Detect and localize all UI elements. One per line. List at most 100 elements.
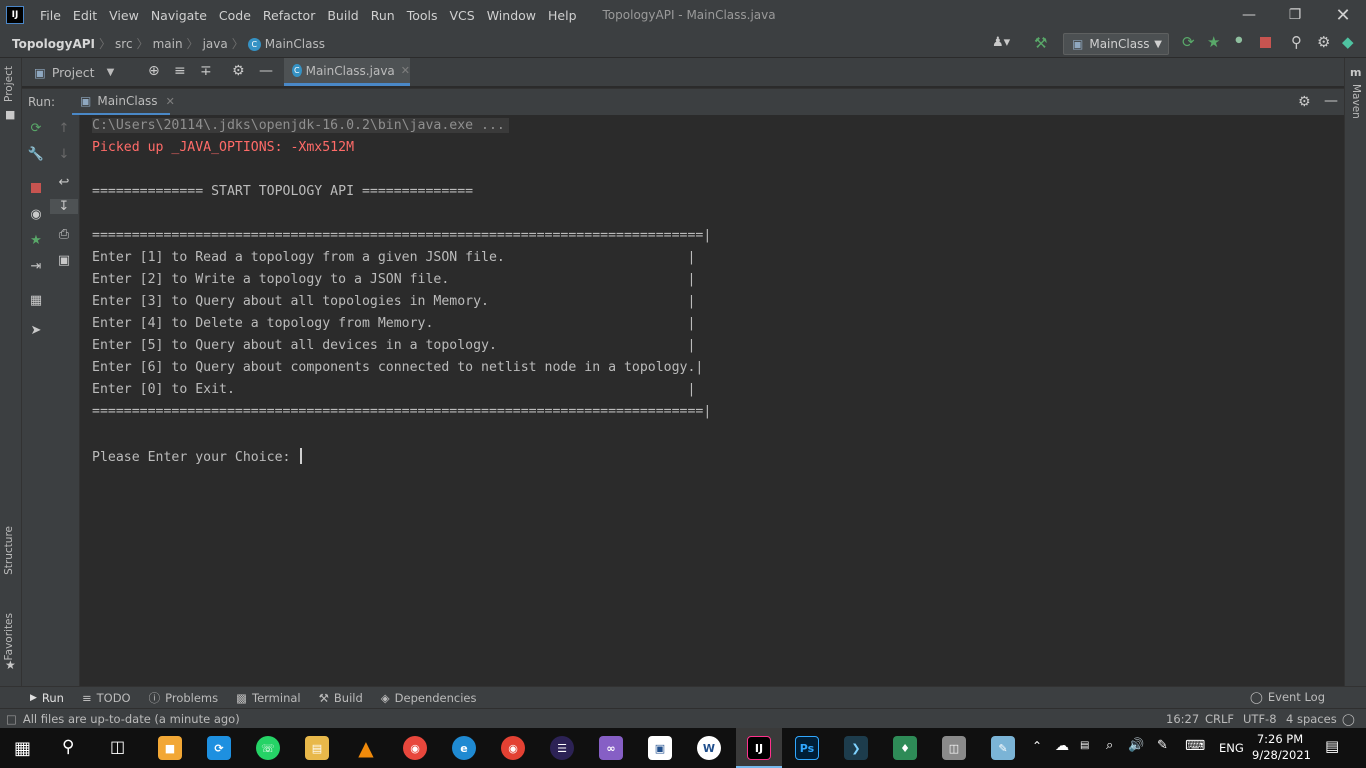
intellij-taskbar-icon[interactable]: IJ: [747, 736, 771, 760]
breadcrumb-java[interactable]: java: [199, 37, 232, 51]
run-tab-mainclass[interactable]: ▣ MainClass ✕: [72, 89, 175, 116]
menu-file[interactable]: File: [34, 8, 67, 23]
maven-tool-tab[interactable]: Maven: [1350, 84, 1362, 119]
tab-todo[interactable]: ≡ TODO: [82, 691, 131, 705]
keyboard-icon[interactable]: ⌨: [1185, 738, 1205, 754]
windows-start-icon[interactable]: ▦: [14, 738, 31, 759]
sync-app-icon[interactable]: ⟳: [207, 736, 231, 760]
rerun-icon[interactable]: ⟳: [22, 121, 50, 136]
tab-mainclass-java[interactable]: C MainClass.java ✕: [284, 58, 410, 86]
tab-problems[interactable]: ⓘ Problems: [149, 690, 219, 706]
layout-icon[interactable]: ▦: [22, 293, 50, 308]
favorites-tool-tab[interactable]: Favorites: [3, 613, 15, 660]
word-app-icon[interactable]: W: [697, 736, 721, 760]
rerun-icon[interactable]: ⟳: [1182, 33, 1195, 51]
edge-browser-icon[interactable]: e: [452, 736, 476, 760]
exit-icon[interactable]: ⇥: [22, 259, 50, 274]
debug-icon[interactable]: ★: [1207, 33, 1220, 51]
coverage-icon[interactable]: ⚫: [1233, 33, 1245, 49]
terminal-app-icon[interactable]: ❯: [844, 736, 868, 760]
restore-button[interactable]: ❐: [1272, 0, 1318, 30]
indent-setting[interactable]: 4 spaces: [1286, 712, 1337, 726]
store-app-icon[interactable]: ■: [158, 736, 182, 760]
tray-chevron-up-icon[interactable]: ⌃: [1032, 739, 1042, 753]
collapse-all-icon[interactable]: ∓: [200, 63, 212, 79]
eclipse-icon[interactable]: ☰: [550, 736, 574, 760]
wrench-icon[interactable]: 🔧: [22, 147, 50, 162]
run-configuration-select[interactable]: ▣ MainClass ▼: [1063, 33, 1169, 55]
breadcrumb-src[interactable]: src: [111, 37, 137, 51]
menu-window[interactable]: Window: [481, 8, 542, 23]
input-language[interactable]: ENG: [1219, 741, 1244, 755]
breadcrumb-mainclass[interactable]: C MainClass: [244, 37, 329, 51]
pin-icon[interactable]: ➤: [22, 323, 50, 338]
notifications-icon[interactable]: ▤: [1325, 737, 1339, 755]
debug-bug-icon[interactable]: ★: [22, 233, 50, 248]
menu-view[interactable]: View: [103, 8, 145, 23]
screen-recorder-icon[interactable]: ◉: [403, 736, 427, 760]
arrow-down-icon[interactable]: ↓: [50, 147, 78, 162]
project-tool-tab[interactable]: Project: [3, 66, 15, 102]
file-explorer-icon[interactable]: ▤: [305, 736, 329, 760]
task-view-icon[interactable]: ◫: [110, 737, 125, 756]
menu-run[interactable]: Run: [365, 8, 401, 23]
search-icon[interactable]: ⚲: [62, 737, 74, 757]
project-view-button[interactable]: ▣ Project ▼: [34, 65, 114, 80]
menu-edit[interactable]: Edit: [67, 8, 103, 23]
onedrive-cloud-icon[interactable]: ☁: [1055, 738, 1069, 754]
menu-refactor[interactable]: Refactor: [257, 8, 321, 23]
trash-icon[interactable]: ▣: [50, 253, 78, 268]
locate-icon[interactable]: ⊕: [148, 63, 160, 79]
breadcrumb-main[interactable]: main: [149, 37, 187, 51]
database-app-icon[interactable]: ◫: [942, 736, 966, 760]
search-icon[interactable]: ⚲: [1291, 33, 1302, 51]
panel-gear-icon[interactable]: ⚙: [232, 63, 245, 79]
run-settings-gear-icon[interactable]: ⚙: [1298, 94, 1311, 110]
visual-studio-icon[interactable]: ∞: [599, 736, 623, 760]
event-log-button[interactable]: ◯ Event Log: [1250, 690, 1325, 704]
line-separator[interactable]: CRLF: [1205, 712, 1234, 726]
status-square-icon[interactable]: □: [6, 712, 17, 726]
notepad-app-icon[interactable]: ✎: [991, 736, 1015, 760]
menu-help[interactable]: Help: [542, 8, 583, 23]
menu-build[interactable]: Build: [321, 8, 364, 23]
tab-run[interactable]: ▶ Run: [30, 691, 64, 705]
puzzle-app-icon[interactable]: ♦: [893, 736, 917, 760]
tray-clock[interactable]: 7:26 PM 9/28/2021: [1252, 731, 1311, 763]
volume-icon[interactable]: 🔊: [1128, 738, 1144, 753]
chrome-browser-icon[interactable]: ◉: [501, 736, 525, 760]
stop-icon[interactable]: [31, 183, 41, 193]
console-output[interactable]: C:\Users\20114\.jdks\openjdk-16.0.2\bin\…: [80, 115, 1344, 686]
caret-position[interactable]: 16:27: [1166, 712, 1199, 726]
lock-icon[interactable]: ◯: [1342, 712, 1355, 726]
tab-dependencies[interactable]: ◈ Dependencies: [381, 691, 477, 705]
tab-terminal[interactable]: ▩ Terminal: [236, 691, 300, 705]
print-icon[interactable]: ⎙: [50, 227, 78, 242]
notes-app-icon[interactable]: ▣: [648, 736, 672, 760]
vlc-icon[interactable]: ▲: [354, 736, 378, 760]
camera-icon[interactable]: ◉: [22, 207, 50, 222]
minimize-button[interactable]: —: [1226, 0, 1272, 30]
breadcrumb-project[interactable]: TopologyAPI: [0, 37, 99, 51]
menu-navigate[interactable]: Navigate: [145, 8, 213, 23]
whatsapp-icon[interactable]: ☏: [256, 736, 280, 760]
jetbrains-toolbox-icon[interactable]: ◆: [1342, 33, 1354, 51]
arrow-up-icon[interactable]: ↑: [50, 121, 78, 136]
pen-icon[interactable]: ✎: [1157, 738, 1168, 753]
network-status-icon[interactable]: ▤: [1080, 740, 1089, 751]
status-message[interactable]: All files are up-to-date (a minute ago): [23, 712, 240, 726]
settings-gear-icon[interactable]: ⚙: [1317, 33, 1330, 51]
close-tab-icon[interactable]: ✕: [166, 95, 175, 108]
expand-all-icon[interactable]: ≡: [174, 63, 186, 79]
tab-build[interactable]: ⚒ Build: [319, 691, 363, 705]
menu-vcs[interactable]: VCS: [444, 8, 481, 23]
user-icon[interactable]: ♟▾: [992, 35, 1010, 50]
menu-tools[interactable]: Tools: [401, 8, 444, 23]
structure-tool-tab[interactable]: Structure: [3, 526, 15, 575]
photoshop-icon[interactable]: Ps: [795, 736, 819, 760]
menu-code[interactable]: Code: [213, 8, 257, 23]
file-encoding[interactable]: UTF-8: [1243, 712, 1277, 726]
scroll-to-end-icon[interactable]: ↧: [50, 199, 78, 214]
close-button[interactable]: ✕: [1320, 0, 1366, 30]
hide-run-icon[interactable]: —: [1324, 93, 1338, 109]
